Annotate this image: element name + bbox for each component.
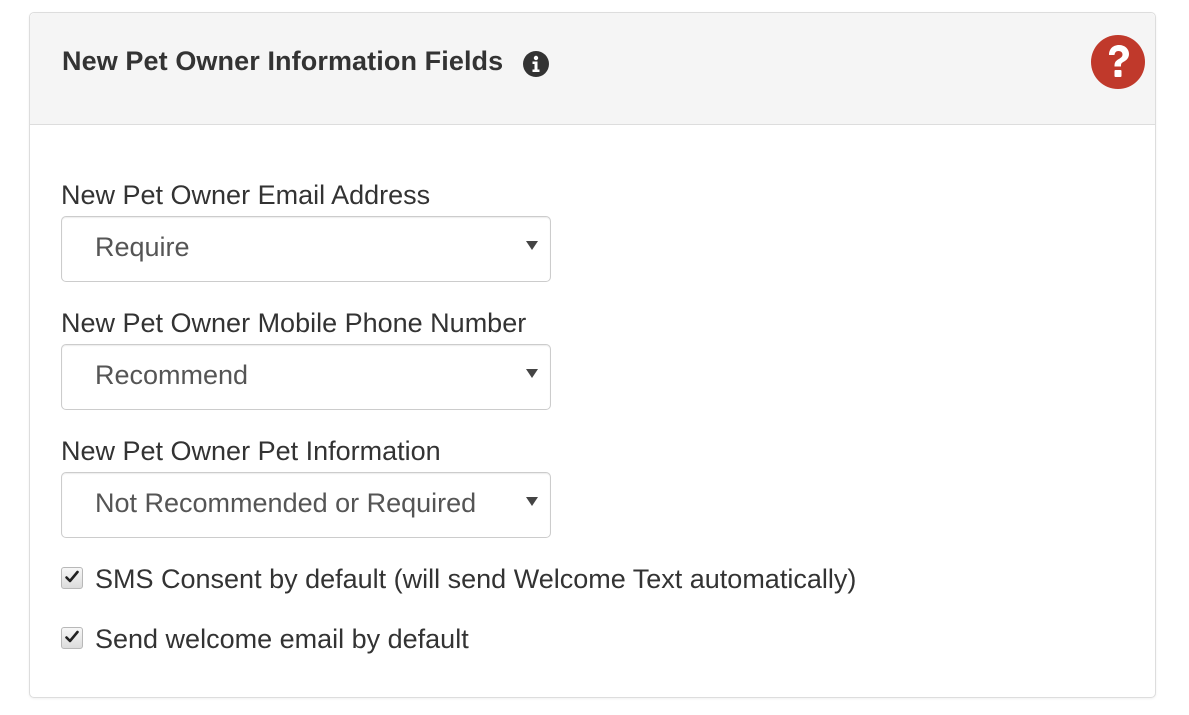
welcome-email-checkbox[interactable] [61, 627, 83, 649]
welcome-email-label: Send welcome email by default [95, 624, 469, 654]
panel-body: New Pet Owner Email Address Require New … [30, 125, 1155, 697]
panel-title: New Pet Owner Information Fields [62, 46, 504, 76]
new-pet-owner-panel: New Pet Owner Information Fields New Pet… [29, 12, 1156, 698]
sms-consent-checkbox[interactable] [61, 567, 83, 589]
mobile-phone-requirement-value: Recommend [95, 360, 249, 390]
info-circle-icon[interactable] [522, 50, 550, 78]
dropdown-arrow-icon [526, 369, 538, 378]
panel-heading: New Pet Owner Information Fields [30, 13, 1155, 125]
checkmark-icon [65, 630, 79, 643]
pet-information-requirement-value: Not Recommended or Required [95, 488, 477, 518]
checkmark-icon [65, 570, 79, 583]
email-field-label: New Pet Owner Email Address [61, 180, 431, 210]
email-requirement-value: Require [95, 232, 190, 262]
sms-consent-label: SMS Consent by default (will send Welcom… [95, 564, 857, 594]
mobile-phone-field-label: New Pet Owner Mobile Phone Number [61, 308, 527, 338]
mobile-phone-requirement-select[interactable]: Recommend [61, 344, 551, 410]
question-circle-icon[interactable] [1090, 34, 1146, 90]
pet-information-field-label: New Pet Owner Pet Information [61, 436, 441, 466]
dropdown-arrow-icon [526, 497, 538, 506]
pet-information-requirement-select[interactable]: Not Recommended or Required [61, 472, 551, 538]
email-requirement-select[interactable]: Require [61, 216, 551, 282]
dropdown-arrow-icon [526, 241, 538, 250]
